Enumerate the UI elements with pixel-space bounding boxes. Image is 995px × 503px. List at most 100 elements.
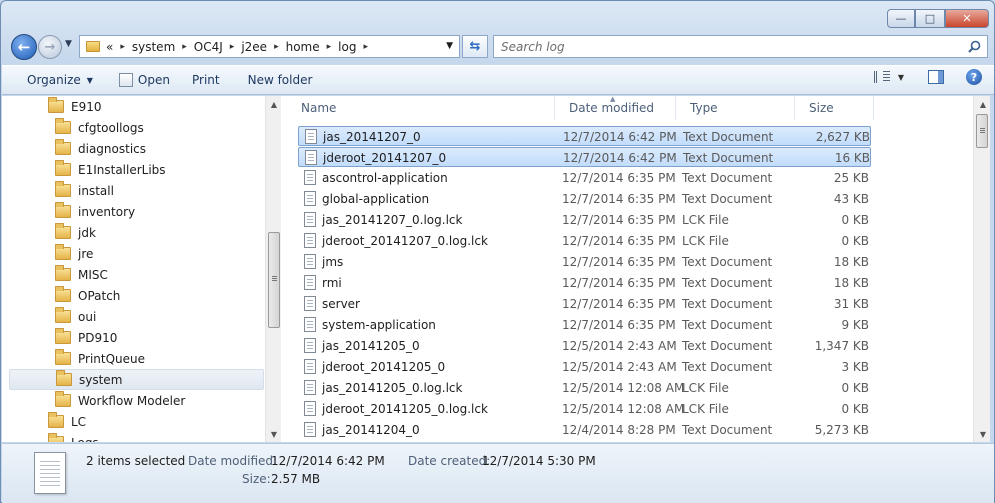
folder-icon xyxy=(48,433,64,442)
file-size: 9 KB xyxy=(841,318,869,332)
help-icon[interactable]: ? xyxy=(966,69,982,85)
file-date-modified: 12/4/2014 8:28 PM xyxy=(562,423,676,437)
maximize-button[interactable]: □ xyxy=(915,9,945,28)
file-row[interactable]: jas_20141204_0 12/4/2014 8:28 PM Text Docu… xyxy=(298,420,871,440)
breadcrumb-separator-icon[interactable]: ▸ xyxy=(274,42,279,52)
selection-summary: 2 items selected xyxy=(86,454,186,468)
scroll-thumb[interactable] xyxy=(268,232,280,328)
breadcrumb-separator-icon[interactable]: ▸ xyxy=(230,42,235,52)
breadcrumb-separator-icon[interactable]: ▸ xyxy=(182,42,187,52)
text-document-icon xyxy=(304,296,316,311)
column-header-date-modified[interactable]: Date modified xyxy=(555,96,676,120)
scroll-thumb[interactable] xyxy=(976,114,988,148)
breadcrumb-separator-icon[interactable]: ▸ xyxy=(120,42,125,52)
file-row[interactable]: jderoot_20141207_0.log.lck 12/7/2014 6:35… xyxy=(298,231,871,251)
nav-tree-item[interactable]: system xyxy=(9,369,264,390)
search-icon[interactable] xyxy=(968,40,981,53)
scroll-up-icon[interactable]: ▲ xyxy=(975,96,991,112)
file-size: 16 KB xyxy=(834,151,870,165)
file-list-scrollbar[interactable]: ▲ ▼ xyxy=(973,96,990,442)
scroll-up-icon[interactable]: ▲ xyxy=(266,96,282,112)
forward-button[interactable]: → xyxy=(38,35,62,59)
text-document-icon xyxy=(304,338,316,353)
search-input[interactable] xyxy=(494,36,954,57)
column-header-name[interactable]: Name xyxy=(287,96,555,120)
file-row[interactable]: jderoot_20141205_0 12/5/2014 2:43 AM Text … xyxy=(298,357,871,377)
file-size: 43 KB xyxy=(833,192,869,206)
nav-tree-item[interactable]: OPatch xyxy=(55,285,120,306)
breadcrumb-log[interactable]: log xyxy=(338,40,356,54)
date-created-value: 12/7/2014 5:30 PM xyxy=(482,454,596,468)
file-row[interactable]: jas_20141207_0 12/7/2014 6:42 PM Text Docu… xyxy=(298,126,871,146)
nav-tree-item[interactable]: PrintQueue xyxy=(55,348,145,369)
close-button[interactable]: ✕ xyxy=(945,9,989,28)
nav-tree-item[interactable]: LC xyxy=(48,411,86,432)
file-row[interactable]: system-application 12/7/2014 6:35 PM Text … xyxy=(298,315,871,335)
refresh-button[interactable]: ⇆ xyxy=(462,35,488,58)
open-button[interactable]: Open xyxy=(112,68,177,92)
file-name: system-application xyxy=(322,318,436,332)
scroll-down-icon[interactable]: ▼ xyxy=(975,426,991,442)
file-row[interactable]: jms 12/7/2014 6:35 PM Text Document 18 KB xyxy=(298,252,871,272)
file-date-modified: 12/7/2014 6:35 PM xyxy=(562,234,676,248)
text-document-icon xyxy=(304,191,316,206)
folder-icon xyxy=(55,139,71,155)
breadcrumb-overflow[interactable]: « xyxy=(106,40,113,54)
folder-icon xyxy=(55,181,71,197)
column-header-size[interactable]: Size xyxy=(795,96,874,120)
nav-tree-item[interactable]: cfgtoollogs xyxy=(55,117,144,138)
folder-icon xyxy=(48,412,64,428)
nav-tree-item[interactable]: inventory xyxy=(55,201,135,222)
breadcrumb-separator-icon[interactable]: ▸ xyxy=(327,42,332,52)
nav-tree-item[interactable]: oui xyxy=(55,306,96,327)
file-row[interactable]: rmi 12/7/2014 6:35 PM Text Document 18 KB xyxy=(298,273,871,293)
file-name: jderoot_20141207_0.log.lck xyxy=(322,234,488,248)
breadcrumb-separator-icon[interactable]: ▸ xyxy=(363,42,368,52)
navigation-pane-scrollbar[interactable]: ▲ ▼ xyxy=(265,96,281,442)
caption-buttons: — □ ✕ xyxy=(887,9,989,28)
file-row[interactable]: jas_20141207_0.log.lck 12/7/2014 6:35 PM L… xyxy=(298,210,871,230)
organize-button[interactable]: Organize ▼ xyxy=(20,68,100,92)
nav-tree-item[interactable]: jdk xyxy=(55,222,96,243)
file-row[interactable]: jderoot_20141207_0 12/7/2014 6:42 PM Text … xyxy=(298,147,871,167)
file-row[interactable]: jas_20141205_0.log.lck 12/5/2014 12:08 AM… xyxy=(298,378,871,398)
file-type: LCK File xyxy=(682,381,729,395)
nav-tree-item[interactable]: MISC xyxy=(55,264,108,285)
new-folder-label: New folder xyxy=(247,73,313,87)
nav-tree-label: install xyxy=(78,183,114,198)
back-button[interactable]: ← xyxy=(11,34,37,60)
nav-tree-item[interactable]: Workflow Modeler xyxy=(55,390,185,411)
new-folder-button[interactable]: New folder xyxy=(241,68,320,92)
breadcrumb-oc4j[interactable]: OC4J xyxy=(194,40,223,54)
recent-pages-dropdown[interactable]: ▼ xyxy=(65,39,72,49)
file-row[interactable]: server 12/7/2014 6:35 PM Text Document 31 K… xyxy=(298,294,871,314)
scroll-down-icon[interactable]: ▼ xyxy=(266,426,282,442)
nav-tree-item[interactable]: install xyxy=(55,180,114,201)
breadcrumb-j2ee[interactable]: j2ee xyxy=(241,40,267,54)
view-options-dropdown-icon[interactable]: ▼ xyxy=(898,73,904,82)
breadcrumb-system[interactable]: system xyxy=(132,40,175,54)
address-bar[interactable]: « ▸ system ▸ OC4J ▸ j2ee ▸ home ▸ log ▸ … xyxy=(79,35,460,58)
address-dropdown-icon[interactable]: ▼ xyxy=(446,41,453,51)
change-view-icon[interactable] xyxy=(873,71,890,83)
file-name: jderoot_20141205_0 xyxy=(322,360,446,374)
arrow-left-icon: ← xyxy=(17,38,31,56)
column-header-type[interactable]: Type xyxy=(676,96,795,120)
text-document-icon xyxy=(304,275,316,290)
file-row[interactable]: ascontrol-application 12/7/2014 6:35 PM Te… xyxy=(298,168,871,188)
preview-pane-icon[interactable] xyxy=(928,70,944,84)
nav-tree-item[interactable]: jre xyxy=(55,243,93,264)
breadcrumb-home[interactable]: home xyxy=(286,40,320,54)
file-row[interactable]: global-application 12/7/2014 6:35 PM Text … xyxy=(298,189,871,209)
nav-tree-item[interactable]: Logs xyxy=(48,432,99,442)
minimize-button[interactable]: — xyxy=(887,9,915,28)
nav-tree-item[interactable]: E910 xyxy=(48,96,102,117)
nav-tree-item[interactable]: E1InstallerLibs xyxy=(55,159,166,180)
nav-tree-item[interactable]: diagnostics xyxy=(55,138,146,159)
print-button[interactable]: Print xyxy=(185,68,227,92)
file-row[interactable]: jderoot_20141205_0.log.lck 12/5/2014 12:0… xyxy=(298,399,871,419)
file-date-modified: 12/7/2014 6:35 PM xyxy=(562,213,676,227)
file-row[interactable]: jas_20141205_0 12/5/2014 2:43 AM Text Docu… xyxy=(298,336,871,356)
nav-tree-item[interactable]: PD910 xyxy=(55,327,117,348)
date-modified-label: Date modified: xyxy=(188,454,278,468)
